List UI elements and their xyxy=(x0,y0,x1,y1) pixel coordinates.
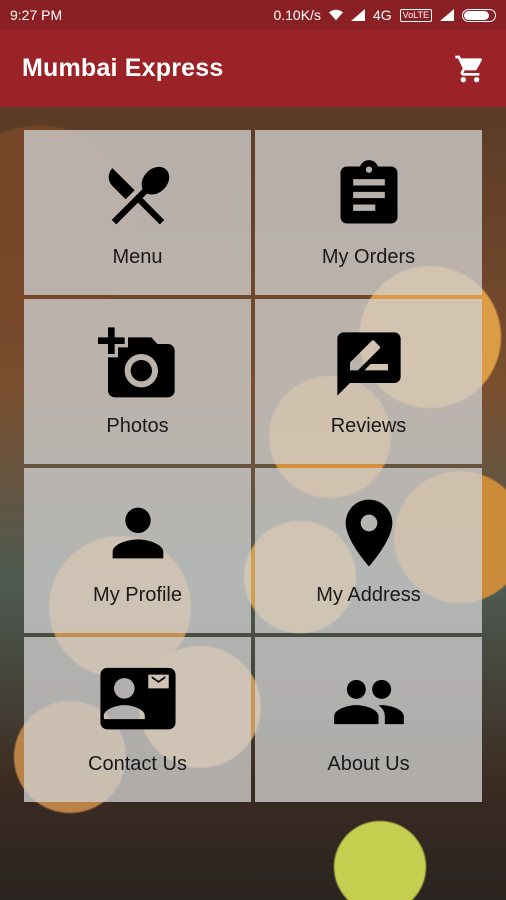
tile-reviews[interactable]: Reviews xyxy=(255,299,482,464)
tile-label: About Us xyxy=(327,753,410,775)
wifi-icon xyxy=(328,9,343,21)
network-type: 4G xyxy=(372,7,392,23)
tile-label: Contact Us xyxy=(88,753,187,775)
tile-about-us[interactable]: About Us xyxy=(255,637,482,802)
signal-icon xyxy=(350,9,365,21)
people-icon xyxy=(328,661,410,743)
tile-label: Menu xyxy=(112,246,163,268)
app-bar: Mumbai Express xyxy=(0,30,506,107)
battery-icon xyxy=(462,8,496,22)
clipboard-icon xyxy=(328,154,410,236)
tile-label: Photos xyxy=(106,415,169,437)
status-time: 9:27 PM xyxy=(10,7,63,23)
tile-my-address[interactable]: My Address xyxy=(255,468,482,633)
status-indicators: 0.10K/s 4G VoLTE xyxy=(273,7,496,23)
tile-photos[interactable]: Photos xyxy=(24,299,251,464)
add-camera-icon xyxy=(97,323,179,405)
location-pin-icon xyxy=(328,492,410,574)
tile-menu[interactable]: Menu xyxy=(24,130,251,295)
tile-label: My Orders xyxy=(321,246,416,268)
network-speed: 0.10K/s xyxy=(273,7,321,23)
signal-icon-2 xyxy=(440,9,454,21)
person-icon xyxy=(97,492,179,574)
fork-spoon-icon xyxy=(97,154,179,236)
cart-icon[interactable] xyxy=(454,53,486,85)
volte-badge: VoLTE xyxy=(399,8,432,22)
tile-label: Reviews xyxy=(330,415,407,437)
tile-my-profile[interactable]: My Profile xyxy=(24,468,251,633)
tile-label: My Profile xyxy=(93,584,182,606)
status-bar: 9:27 PM 0.10K/s 4G VoLTE xyxy=(0,0,506,30)
tile-contact-us[interactable]: Contact Us xyxy=(24,637,251,802)
app-title: Mumbai Express xyxy=(22,54,224,82)
home-menu-grid: Menu My Orders Photos Reviews My Profile… xyxy=(24,130,482,802)
contact-card-icon xyxy=(97,661,179,743)
rate-review-icon xyxy=(328,323,410,405)
tile-my-orders[interactable]: My Orders xyxy=(255,130,482,295)
tile-label: My Address xyxy=(316,584,421,606)
